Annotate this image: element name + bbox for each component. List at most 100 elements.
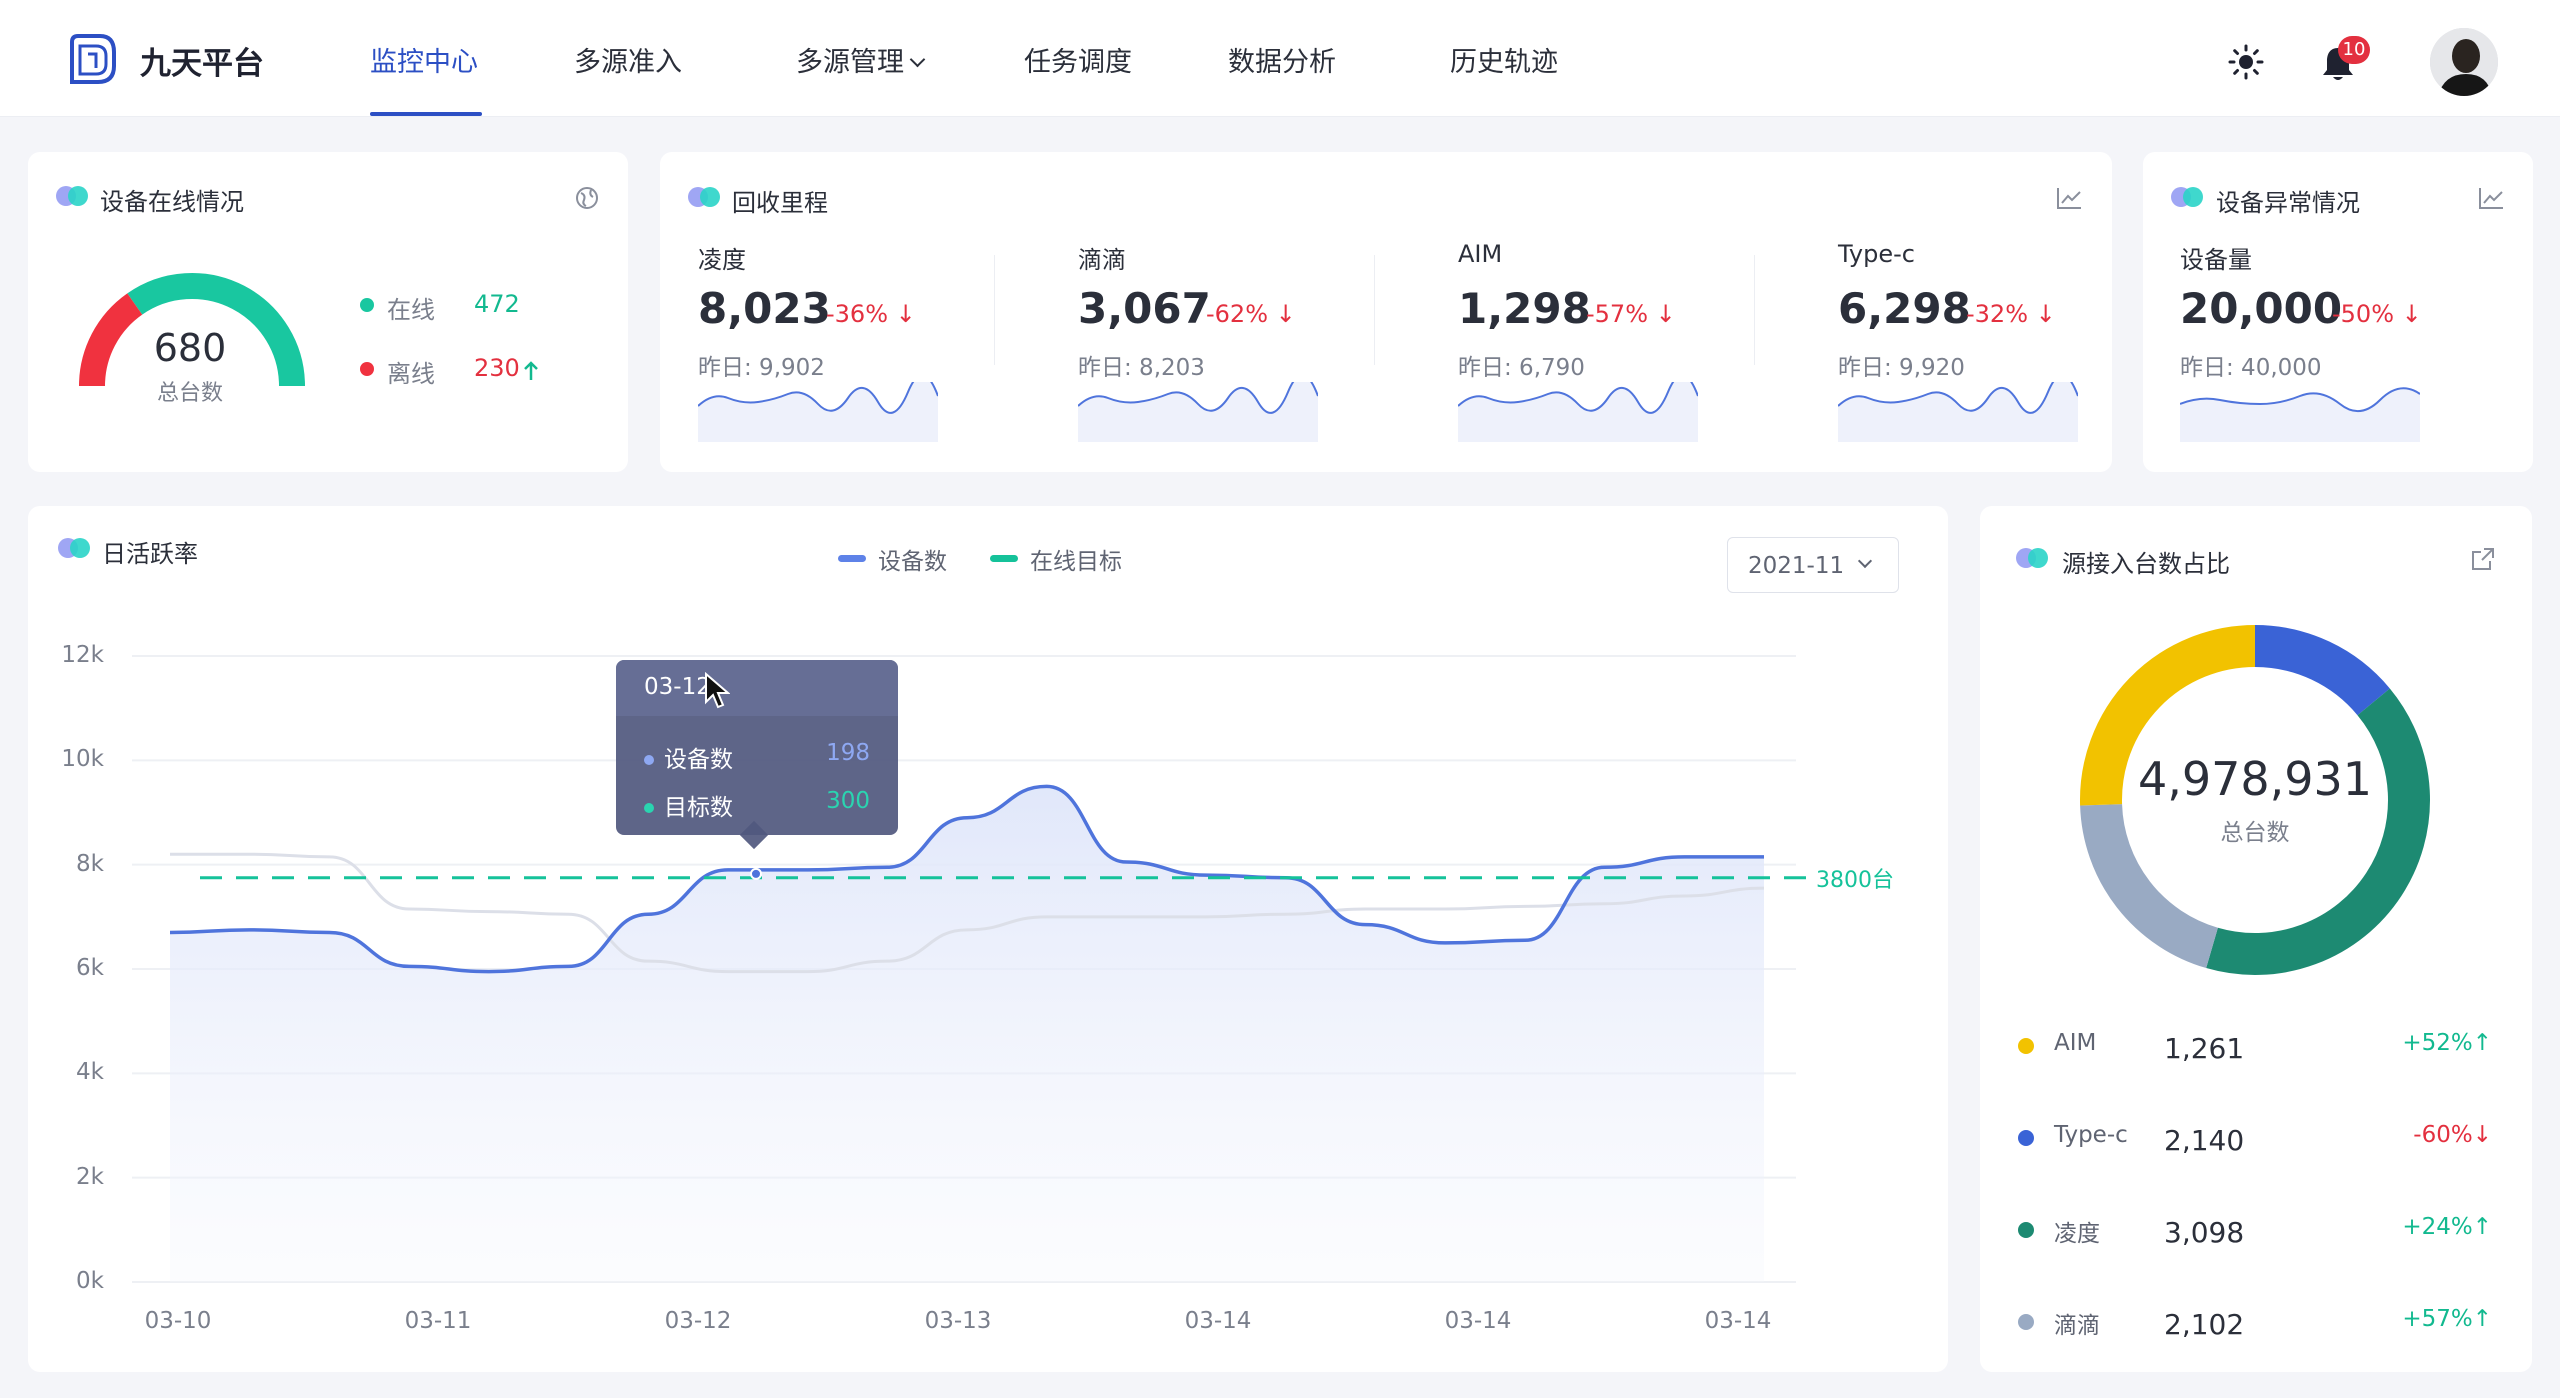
tooltip-device-value: 198 xyxy=(826,740,870,766)
export-icon[interactable] xyxy=(2470,546,2496,572)
recycle-sparkline xyxy=(1838,382,2078,442)
arrow-up-icon: ↑ xyxy=(2472,1306,2492,1332)
online-dot xyxy=(360,298,374,312)
nav-item-history[interactable]: 历史轨迹 xyxy=(1450,40,1558,79)
source-change-text: +57% xyxy=(2402,1306,2473,1332)
month-select[interactable]: 2021-11 xyxy=(1727,537,1899,593)
recycle-item-name: 滴滴 xyxy=(1078,246,1126,274)
anomaly-sparkline xyxy=(2180,387,2420,442)
tooltip-device-dot xyxy=(644,755,654,765)
recycle-divider xyxy=(994,255,995,365)
source-color-dot xyxy=(2018,1130,2034,1146)
tooltip-target-dot xyxy=(644,803,654,813)
arrow-down-icon: ↓ xyxy=(2401,300,2422,328)
recycle-divider xyxy=(1754,255,1755,365)
arrow-up-icon xyxy=(524,361,538,380)
source-value: 2,140 xyxy=(2164,1124,2245,1157)
source-change-text: +52% xyxy=(2402,1030,2473,1056)
offline-value: 230 xyxy=(474,354,520,382)
y-axis-tick: 8k xyxy=(76,850,104,877)
arrow-down-icon: ↓ xyxy=(1655,300,1676,328)
nav-item-analysis[interactable]: 数据分析 xyxy=(1228,40,1336,79)
source-color-dot xyxy=(2018,1222,2034,1238)
source-change: +52%↑ xyxy=(2372,1030,2492,1056)
donut-total-value: 4,978,931 xyxy=(2137,752,2373,806)
anomaly-metric-name: 设备量 xyxy=(2180,246,2252,274)
chevron-down-icon xyxy=(909,51,926,68)
arrow-down-icon: ↓ xyxy=(895,300,916,328)
source-change-text: +24% xyxy=(2402,1214,2473,1240)
y-axis-tick: 6k xyxy=(76,955,104,981)
top-navigation-bar: 九天平台 监控中心 多源准入 多源管理 任务调度 数据分析 历史轨迹 10 xyxy=(0,0,2560,117)
nav-item-monitor[interactable]: 监控中心 xyxy=(370,40,478,79)
platform-logo-icon[interactable] xyxy=(66,32,120,86)
recycle-item-value: 6,298 xyxy=(1838,284,1971,333)
card-title-dots-icon xyxy=(58,538,92,558)
nav-item-scheduling[interactable]: 任务调度 xyxy=(1024,40,1132,79)
legend-device-swatch xyxy=(838,555,866,562)
tooltip-device-label: 设备数 xyxy=(664,747,733,773)
source-change: -60%↓ xyxy=(2372,1122,2492,1148)
globe-icon[interactable] xyxy=(574,185,600,211)
line-chart-icon[interactable] xyxy=(2056,186,2082,210)
nav-item-manage[interactable]: 多源管理 xyxy=(796,40,926,79)
mouse-cursor-icon xyxy=(705,672,730,709)
legend-device-label[interactable]: 设备数 xyxy=(878,542,947,576)
donut-total-label: 总台数 xyxy=(2220,820,2290,846)
card-title-dots-icon xyxy=(688,187,722,207)
recycle-item-change: -32% ↓ xyxy=(1966,300,2056,328)
source-name: 凌度 xyxy=(2054,1221,2100,1247)
nav-active-indicator xyxy=(370,112,482,116)
x-axis-tick: 03-11 xyxy=(404,1308,472,1334)
brand-name[interactable]: 九天平台 xyxy=(140,38,264,83)
offline-dot xyxy=(360,362,374,376)
recycle-sparkline xyxy=(1078,382,1318,442)
sun-icon[interactable] xyxy=(2228,44,2264,80)
line-chart-icon[interactable] xyxy=(2478,186,2504,210)
recycle-item-value: 1,298 xyxy=(1458,284,1591,333)
tooltip-target-label: 目标数 xyxy=(664,795,733,821)
recycle-item-value: 8,023 xyxy=(698,284,831,333)
recycle-change-text: -36% xyxy=(826,300,889,328)
recycle-change-text: -62% xyxy=(1206,300,1269,328)
notification-badge: 10 xyxy=(2338,36,2370,64)
x-axis-tick: 03-14 xyxy=(1704,1308,1772,1334)
source-value: 2,102 xyxy=(2164,1308,2245,1341)
legend-target-label[interactable]: 在线目标 xyxy=(1030,542,1122,576)
anomaly-metric-change: -50% ↓ xyxy=(2332,300,2422,328)
y-axis-tick: 12k xyxy=(61,642,104,668)
anomaly-yesterday: 昨日: 40,000 xyxy=(2180,355,2322,381)
recycle-item-change: -62% ↓ xyxy=(1206,300,1296,328)
tooltip-target-value: 300 xyxy=(826,788,870,814)
recycle-item-yesterday: 昨日: 9,902 xyxy=(698,355,825,381)
recycle-change-text: -57% xyxy=(1586,300,1649,328)
gauge-offline-arc xyxy=(79,293,143,387)
donut-slice[interactable] xyxy=(2254,625,2390,716)
y-axis-tick: 0k xyxy=(76,1268,104,1294)
tooltip-date: 03-12 xyxy=(644,674,711,700)
y-axis-tick: 4k xyxy=(76,1059,104,1086)
source-change-text: -60% xyxy=(2413,1122,2473,1148)
card-title-dots-icon xyxy=(2171,187,2205,207)
x-axis-tick: 03-13 xyxy=(924,1308,992,1334)
source-name: 滴滴 xyxy=(2054,1313,2100,1339)
nav-item-manage-label: 多源管理 xyxy=(796,47,904,78)
anomaly-change-text: -50% xyxy=(2332,300,2395,328)
tooltip-row-device: 设备数 xyxy=(644,740,733,774)
recycle-item-name: Type-c xyxy=(1838,240,1915,268)
tooltip-row-target: 目标数 xyxy=(644,788,733,822)
card-title-dots-icon xyxy=(2016,548,2050,568)
source-color-dot xyxy=(2018,1314,2034,1330)
card-title-dots-icon xyxy=(56,186,90,206)
recycle-item-yesterday: 昨日: 9,920 xyxy=(1838,355,1965,381)
arrow-up-icon: ↑ xyxy=(2472,1214,2492,1240)
online-card-title: 设备在线情况 xyxy=(100,188,244,216)
nav-item-access[interactable]: 多源准入 xyxy=(574,40,682,79)
user-avatar-icon xyxy=(2430,28,2498,96)
source-value: 1,261 xyxy=(2164,1032,2245,1065)
x-axis-tick: 03-14 xyxy=(1184,1308,1252,1334)
x-axis-tick: 03-10 xyxy=(144,1308,212,1334)
avatar[interactable] xyxy=(2430,28,2498,96)
gauge-total-value: 680 xyxy=(153,326,227,370)
recycle-divider xyxy=(1374,255,1375,365)
